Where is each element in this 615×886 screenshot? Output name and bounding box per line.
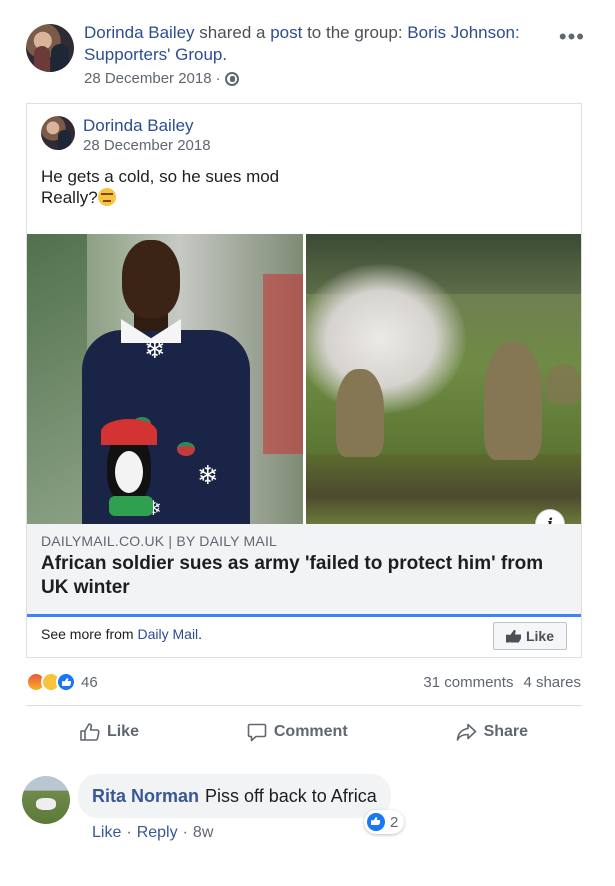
see-more-from: See more from Daily Mail. xyxy=(41,626,202,642)
publisher-name[interactable]: DAILY MAIL xyxy=(199,533,277,549)
see-more-period: . xyxy=(198,626,203,642)
meta-separator: · xyxy=(215,70,221,87)
comment-reply-link[interactable]: Reply xyxy=(137,824,178,842)
source-separator: | xyxy=(168,533,173,549)
comment-button[interactable]: Comment xyxy=(237,719,358,746)
snowflake-icon: ❄ xyxy=(197,460,219,490)
article-image[interactable]: ❄ ❄ ❄ xyxy=(27,234,581,524)
article-photo-man-in-sweater: ❄ ❄ ❄ xyxy=(27,234,303,524)
post-date[interactable]: 28 December 2018 xyxy=(84,70,212,87)
shared-author-name[interactable]: Dorinda Bailey xyxy=(83,116,194,136)
thumbs-up-outline-icon xyxy=(80,723,100,741)
shared-post-date[interactable]: 28 December 2018 xyxy=(83,137,211,154)
shared-text-line2-wrap: Really? xyxy=(41,187,279,208)
comment-like-link[interactable]: Like xyxy=(92,824,121,842)
comment-actions: Like · Reply · 8w xyxy=(92,824,213,842)
snowflake-icon: ❄ xyxy=(144,334,166,364)
penguin-icon xyxy=(101,419,157,503)
like-page-button[interactable]: Like xyxy=(493,622,567,650)
post-header: Dorinda Bailey shared a post to the grou… xyxy=(26,22,591,92)
comment-bubble-icon xyxy=(247,723,267,742)
shares-count[interactable]: 4 shares xyxy=(523,674,581,691)
article-divider-accent xyxy=(27,614,581,617)
comment-reaction-count: 2 xyxy=(390,813,399,831)
post-header-text: Dorinda Bailey shared a post to the grou… xyxy=(84,22,554,66)
post-action-bar: Like Comment Share xyxy=(26,714,582,750)
by-label: BY xyxy=(176,533,196,549)
comment-reaction-badge[interactable]: 2 xyxy=(364,810,405,834)
share-label: Share xyxy=(483,723,529,740)
post-meta: 28 December 2018 · xyxy=(84,70,239,87)
comment-dot: · xyxy=(182,824,188,841)
comment-label: Comment xyxy=(273,723,348,740)
like-page-label: Like xyxy=(525,628,554,644)
share-arrow-icon xyxy=(456,723,477,741)
source-domain: DAILYMAIL.CO.UK xyxy=(41,533,165,549)
shared-post-text: He gets a cold, so he sues mod Really? xyxy=(41,166,279,208)
commenter-avatar[interactable] xyxy=(22,776,70,824)
thumbs-up-icon xyxy=(505,629,521,643)
article-photo-soldiers-in-field xyxy=(306,234,581,524)
comments-count[interactable]: 31 comments xyxy=(423,674,513,691)
soldier-figure xyxy=(484,342,542,460)
to-group-text: to the group: xyxy=(307,23,403,42)
reaction-summary[interactable]: 46 xyxy=(26,672,98,692)
eye-roll-emoji-icon xyxy=(97,188,116,206)
comment-age[interactable]: 8w xyxy=(193,824,213,842)
comment-bubble: Rita Norman Piss off back to Africa xyxy=(78,774,391,818)
soldier-figure xyxy=(546,364,580,404)
see-more-text: See more from xyxy=(41,626,134,642)
like-icon xyxy=(56,672,76,692)
like-label: Like xyxy=(106,723,139,740)
comment-text: Piss off back to Africa xyxy=(205,786,377,806)
shared-text-line2: Really? xyxy=(41,188,98,207)
like-button[interactable]: Like xyxy=(70,719,149,745)
shared-author-avatar[interactable] xyxy=(41,116,75,150)
engagement-counts: 31 comments 4 shares xyxy=(423,674,581,691)
article-source: DAILYMAIL.CO.UK | BY DAILY MAIL xyxy=(41,533,277,549)
article-title[interactable]: African soldier sues as army 'failed to … xyxy=(41,552,566,600)
share-button[interactable]: Share xyxy=(446,719,538,745)
actions-divider xyxy=(26,705,582,706)
article-link-preview[interactable]: DAILYMAIL.CO.UK | BY DAILY MAIL African … xyxy=(27,524,581,616)
ornament-icon xyxy=(177,442,195,456)
more-options-icon[interactable]: ••• xyxy=(559,24,585,50)
commenter-name[interactable]: Rita Norman xyxy=(92,786,199,806)
comment-dot: · xyxy=(126,824,132,841)
soldier-figure xyxy=(336,369,384,457)
like-icon xyxy=(367,813,385,831)
shared-text-line1: He gets a cold, so he sues mod xyxy=(41,167,280,186)
post-link[interactable]: post xyxy=(270,23,302,42)
action-text: shared a xyxy=(199,23,266,42)
globe-icon xyxy=(224,71,239,86)
reaction-count: 46 xyxy=(81,673,98,691)
author-name-link[interactable]: Dorinda Bailey xyxy=(84,23,195,42)
comment-item: Rita Norman Piss off back to Africa 2 Lik… xyxy=(22,774,592,854)
author-avatar[interactable] xyxy=(26,24,74,72)
see-more-link[interactable]: Daily Mail xyxy=(137,626,198,642)
shared-post-card: Dorinda Bailey 28 December 2018 He gets … xyxy=(26,103,582,658)
